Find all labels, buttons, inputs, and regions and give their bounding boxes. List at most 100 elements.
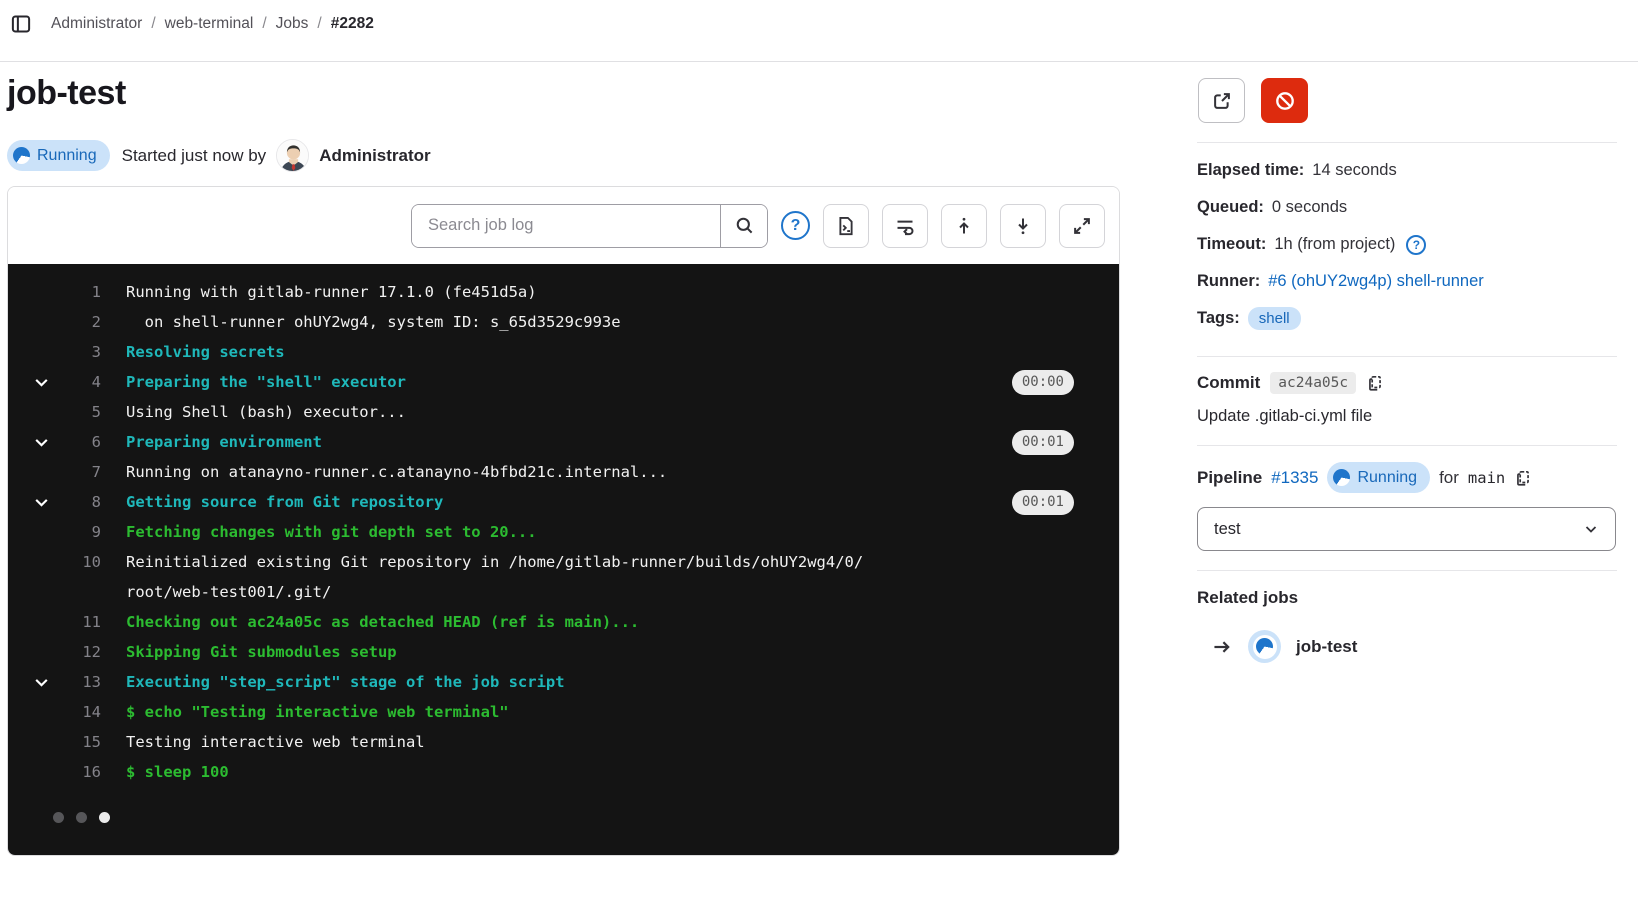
log-line-text[interactable]: Preparing the "shell" executor [126,373,406,391]
log-line-number[interactable]: 13 [8,667,101,697]
search-help-icon[interactable]: ? [781,211,810,240]
job-log-toolbar: ? [8,187,1119,264]
log-line-text: on shell-runner ohUY2wg4, system ID: s_6… [126,313,621,331]
runner-row: Runner: #6 (ohUY2wg4p) shell-runner [1197,263,1617,300]
sidebar-divider [1197,142,1617,143]
tag-badge: shell [1248,307,1301,330]
log-line-number[interactable]: 4 [8,367,101,397]
log-line-text[interactable]: Executing "step_script" stage of the job… [126,673,565,691]
log-line-number[interactable]: 5 [8,397,101,427]
pipeline-status-badge[interactable]: Running [1327,462,1430,493]
log-line-number[interactable]: 11 [8,607,101,637]
status-badge[interactable]: Running [7,140,110,171]
timeout-row: Timeout: 1h (from project) ? [1197,226,1617,263]
log-line-text: Checking out ac24a05c as detached HEAD (… [126,613,639,631]
runner-label: Runner: [1197,272,1260,291]
commit-sha[interactable]: ac24a05c [1270,372,1356,394]
breadcrumb-project[interactable]: web-terminal [165,15,254,33]
search-button[interactable] [720,205,767,247]
scroll-top-button[interactable] [941,204,987,248]
commit-row: Commit ac24a05c [1197,372,1617,394]
breadcrumb-job-id: #2282 [331,15,374,33]
log-line-text[interactable]: Preparing environment [126,433,322,451]
log-line-text: $ sleep 100 [126,763,229,781]
log-line-number[interactable]: 7 [8,457,101,487]
log-line-text: Running with gitlab-runner 17.1.0 (fe451… [126,283,537,301]
log-line-text: Fetching changes with git depth set to 2… [126,523,537,541]
log-line: 12Skipping Git submodules setup [8,637,1119,667]
status-badge-label: Running [37,147,97,165]
related-jobs-heading: Related jobs [1197,588,1617,608]
log-line: 8 Getting source from Git repository 00:01 [8,487,1119,517]
log-line-number[interactable]: 8 [8,487,101,517]
elapsed-time-row: Elapsed time: 14 seconds [1197,152,1617,189]
commit-message[interactable]: Update .gitlab-ci.yml file [1197,407,1617,426]
elapsed-time-label: Elapsed time: [1197,161,1304,180]
job-log-lines: 1 Running with gitlab-runner 17.1.0 (fe45… [8,277,1119,787]
commit-label: Commit [1197,373,1260,393]
tags-label: Tags: [1197,309,1240,328]
log-line-number[interactable]: 6 [8,427,101,457]
elapsed-time-value: 14 seconds [1312,161,1396,180]
log-line-number[interactable]: 10 [8,547,101,577]
log-line-text: Using Shell (bash) executor... [126,403,406,421]
breadcrumb-jobs[interactable]: Jobs [276,15,309,33]
log-line: 14$ echo "Testing interactive web termin… [8,697,1119,727]
log-line-number[interactable]: 2 [8,307,101,337]
runner-link[interactable]: #6 (ohUY2wg4p) shell-runner [1268,272,1484,291]
author-name[interactable]: Administrator [319,146,430,166]
timeout-help-icon[interactable]: ? [1406,235,1426,255]
log-line-number[interactable]: 16 [8,757,101,787]
pipeline-status-label: Running [1357,469,1417,487]
log-line-text[interactable]: Getting source from Git repository [126,493,443,511]
log-line: 15 Testing interactive web terminal [8,727,1119,757]
scroll-bottom-button[interactable] [1000,204,1046,248]
pipeline-ref[interactable]: main [1468,469,1505,487]
section-duration-badge: 00:01 [1012,430,1074,455]
started-text: Started just now by [122,146,267,166]
log-line-number[interactable]: 9 [8,517,101,547]
timeout-label: Timeout: [1197,235,1266,254]
related-job-item[interactable]: job-test [1197,630,1617,663]
raw-log-button[interactable] [823,204,869,248]
job-details: Elapsed time: 14 seconds Queued: 0 secon… [1197,152,1617,337]
job-status-row: Running Started just now by Administrato… [7,139,431,172]
log-line-number[interactable]: 1 [8,277,101,307]
log-line: 4Preparing the "shell" executor00:00 [8,367,1119,397]
cancel-job-button[interactable] [1261,78,1308,123]
pipeline-for-text: for [1439,468,1459,488]
copy-ref-icon[interactable] [1514,469,1532,487]
log-line: 7Running on atanayno-runner.c.atanayno-4… [8,457,1119,487]
stage-dropdown[interactable]: test [1197,507,1616,551]
log-line-text: Testing interactive web terminal [126,733,425,751]
job-sidebar: Elapsed time: 14 seconds Queued: 0 secon… [1197,62,1617,663]
fullscreen-button[interactable] [1059,204,1105,248]
related-job-status-icon [1248,630,1281,663]
log-line: 3 Resolving secrets [8,337,1119,367]
avatar[interactable] [276,139,309,172]
wrap-lines-button[interactable] [882,204,928,248]
tags-row: Tags: shell [1197,300,1617,337]
pipeline-link[interactable]: #1335 [1271,468,1318,488]
new-window-button[interactable] [1198,78,1245,123]
log-line: 2 on shell-runner ohUY2wg4, system ID: s… [8,307,1119,337]
search-unit [411,204,768,248]
log-line: 11 Checking out ac24a05c as detached HEAD… [8,607,1119,637]
copy-commit-icon[interactable] [1366,374,1384,392]
log-loading-dots [53,812,110,823]
search-input[interactable] [412,205,720,247]
job-actions [1198,78,1617,123]
sidebar-toggle-icon[interactable] [8,11,34,37]
log-line-number[interactable]: 3 [8,337,101,367]
pipeline-label: Pipeline [1197,468,1262,488]
log-line-text[interactable]: Resolving secrets [126,343,285,361]
breadcrumb-administrator[interactable]: Administrator [51,15,142,33]
log-line-number[interactable]: 12 [8,637,101,667]
log-line-number[interactable]: 15 [8,727,101,757]
log-line-number[interactable]: 14 [8,697,101,727]
log-line: 6 Preparing environment 00:01 [8,427,1119,457]
page-title: job-test [7,74,126,113]
sidebar-divider [1197,570,1617,571]
section-duration-badge: 00:01 [1012,490,1074,515]
log-line: 16 $ sleep 100 [8,757,1119,787]
